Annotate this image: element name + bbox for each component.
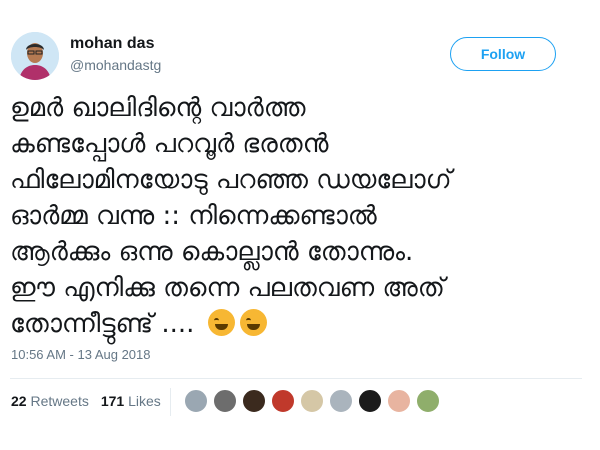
likes-label: Likes bbox=[128, 393, 161, 409]
liker-avatar[interactable] bbox=[242, 389, 266, 413]
divider bbox=[10, 378, 582, 379]
tweet-timestamp[interactable]: 10:56 AM - 13 Aug 2018 bbox=[11, 347, 151, 362]
rolling-on-floor-laughing-icon bbox=[239, 309, 267, 336]
tweet-text: ഉമർ ഖാലിദിന്റെ വാർത്ത കണ്ടപ്പോൾ പറവൂർ ഭര… bbox=[10, 90, 585, 342]
tweet-body: ഉമർ ഖാലിദിന്റെ വാർത്ത കണ്ടപ്പോൾ പറവൂർ ഭര… bbox=[10, 93, 452, 339]
rolling-on-floor-laughing-icon bbox=[207, 309, 235, 336]
author-avatar[interactable] bbox=[11, 32, 59, 80]
liker-avatar[interactable] bbox=[358, 389, 382, 413]
likes-count: 171 bbox=[100, 393, 125, 409]
author-name[interactable]: mohan das bbox=[70, 35, 154, 53]
liker-avatar[interactable] bbox=[271, 389, 295, 413]
liker-avatar[interactable] bbox=[387, 389, 411, 413]
liker-avatar[interactable] bbox=[213, 389, 237, 413]
tweet-stats: 22 Retweets 171 Likes bbox=[11, 393, 161, 409]
author-handle[interactable]: @mohandastg bbox=[70, 57, 161, 73]
liker-avatar[interactable] bbox=[184, 389, 208, 413]
retweets-stat[interactable]: 22 Retweets bbox=[11, 393, 89, 409]
follow-button[interactable]: Follow bbox=[450, 37, 556, 71]
retweets-count: 22 bbox=[11, 393, 27, 409]
liker-avatar[interactable] bbox=[329, 389, 353, 413]
liker-avatars bbox=[184, 389, 445, 413]
liker-avatar[interactable] bbox=[300, 389, 324, 413]
liker-avatar[interactable] bbox=[416, 389, 440, 413]
stats-separator bbox=[170, 388, 171, 416]
retweets-label: Retweets bbox=[30, 393, 89, 409]
likes-stat[interactable]: 171 Likes bbox=[101, 393, 161, 409]
